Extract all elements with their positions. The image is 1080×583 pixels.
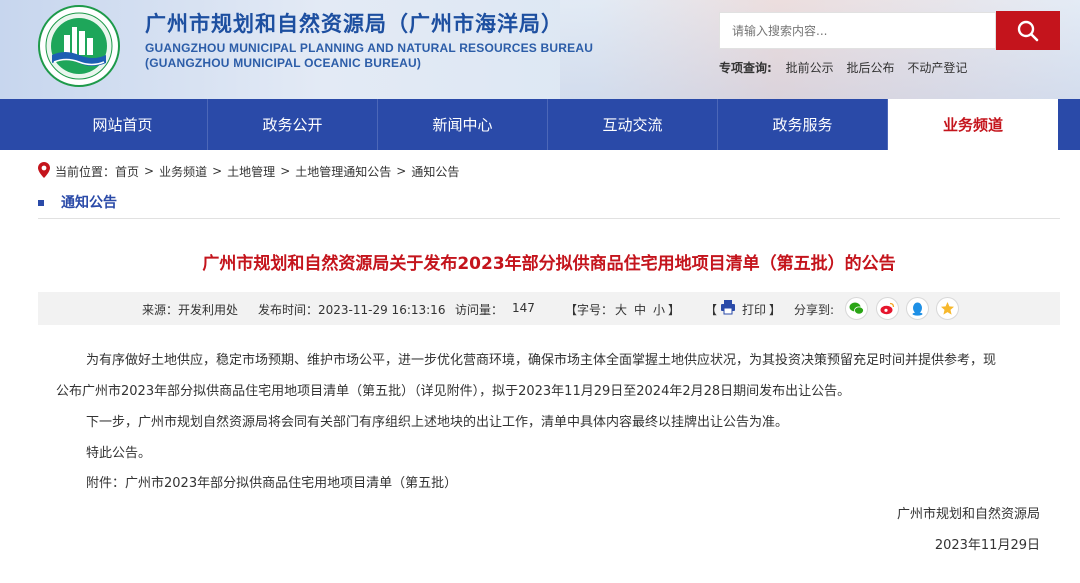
article-date: 2023年11月29日 <box>934 538 1040 553</box>
attachment-link[interactable]: 附件：广州市2023年部分拟供商品住宅用地项目清单（第五批） <box>86 472 457 491</box>
special-query-label: 专项查询: <box>719 61 772 75</box>
breadcrumb-separator: > <box>396 164 407 178</box>
topic-link-pre-approval[interactable]: 批前公示 <box>786 61 834 75</box>
breadcrumb-item-notices[interactable]: 通知公告 <box>411 163 459 180</box>
article-paragraph-2: 下一步，广州市规划自然资源局将会同有关部门有序组织上述地块的出让工作，清单中具体… <box>86 415 789 430</box>
breadcrumb: 当前位置： 首页 > 业务频道 > 土地管理 > 土地管理通知公告 > 通知公告 <box>38 161 459 181</box>
breadcrumb-separator: > <box>280 164 291 178</box>
article-signature: 广州市规划和自然资源局 <box>896 507 1040 522</box>
visits-count: 147 <box>512 301 535 315</box>
topic-link-post-approval[interactable]: 批后公布 <box>846 61 894 75</box>
qzone-share-icon[interactable] <box>936 297 959 320</box>
bureau-emblem-icon[interactable] <box>38 5 120 87</box>
main-nav: 网站首页 政务公开 新闻中心 互动交流 政务服务 业务频道 <box>0 99 1080 150</box>
breadcrumb-item-home[interactable]: 首页 <box>115 163 139 180</box>
section-bullet-icon <box>38 200 44 206</box>
breadcrumb-item-land-notices[interactable]: 土地管理通知公告 <box>295 163 391 180</box>
breadcrumb-item-business-channel[interactable]: 业务频道 <box>159 163 207 180</box>
font-size-bracket-close: 】 <box>668 303 681 317</box>
font-size-medium-button[interactable]: 中 <box>634 301 646 318</box>
article-meta-bar: 来源：开发利用处 发布时间：2023-11-29 16:13:16 访问量： 1… <box>38 292 1060 325</box>
breadcrumb-prefix: 当前位置： <box>55 164 116 179</box>
nav-item-interaction[interactable]: 互动交流 <box>548 99 718 150</box>
font-size-label: 【字号： <box>565 303 614 317</box>
section-header: 通知公告 <box>38 191 1060 219</box>
article-publish-time: 发布时间：2023-11-29 16:13:16 <box>258 303 446 317</box>
qq-share-icon[interactable] <box>906 297 929 320</box>
location-pin-icon <box>38 161 50 181</box>
print-button[interactable]: 打印 <box>742 301 766 318</box>
article-source: 来源：开发利用处 <box>142 303 239 317</box>
topic-link-real-estate-registration[interactable]: 不动产登记 <box>907 61 967 75</box>
breadcrumb-separator: > <box>212 164 223 178</box>
nav-item-home[interactable]: 网站首页 <box>38 99 208 150</box>
nav-item-business-channel[interactable]: 业务频道 <box>888 99 1058 150</box>
special-query-bar: 专项查询: 批前公示 批后公布 不动产登记 <box>719 59 976 76</box>
nav-item-news[interactable]: 新闻中心 <box>378 99 548 150</box>
article-paragraph-3: 特此公告。 <box>86 446 152 461</box>
search-button[interactable] <box>996 11 1060 50</box>
site-title-en: GUANGZHOU MUNICIPAL PLANNING AND NATURAL… <box>145 41 594 55</box>
font-size-small-button[interactable]: 小 <box>653 301 665 318</box>
site-subtitle-en: (GUANGZHOU MUNICIPAL OCEANIC BUREAU) <box>145 56 422 70</box>
article-paragraph-1-line-1: 为有序做好土地供应，稳定市场预期、维护市场公平，进一步优化营商环境，确保市场主体… <box>86 353 997 368</box>
section-title: 通知公告 <box>61 195 117 211</box>
printer-icon[interactable] <box>720 299 736 318</box>
weibo-share-icon[interactable] <box>876 297 899 320</box>
print-bracket-open: 【 <box>705 303 718 317</box>
share-label: 分享到: <box>794 303 835 317</box>
site-header: 广州市规划和自然资源局（广州市海洋局） GUANGZHOU MUNICIPAL … <box>0 0 1080 99</box>
search-box <box>719 12 996 49</box>
article-paragraph-1-line-2: 公布广州市2023年部分拟供商品住宅用地项目清单（第五批）（详见附件），拟于20… <box>56 384 851 399</box>
article-title: 广州市规划和自然资源局关于发布2023年部分拟供商品住宅用地项目清单（第五批）的… <box>202 254 896 274</box>
breadcrumb-item-land-management[interactable]: 土地管理 <box>227 163 275 180</box>
search-input[interactable] <box>720 13 995 48</box>
nav-item-services[interactable]: 政务服务 <box>718 99 888 150</box>
nav-item-government-affairs[interactable]: 政务公开 <box>208 99 378 150</box>
wechat-share-icon[interactable] <box>845 297 868 320</box>
font-size-large-button[interactable]: 大 <box>615 301 627 318</box>
visits-label: 访问量： <box>455 303 504 317</box>
breadcrumb-separator: > <box>144 164 155 178</box>
search-icon <box>1017 20 1039 41</box>
print-bracket-close: 】 <box>769 303 782 317</box>
site-title-cn: 广州市规划和自然资源局（广州市海洋局） <box>145 12 563 36</box>
